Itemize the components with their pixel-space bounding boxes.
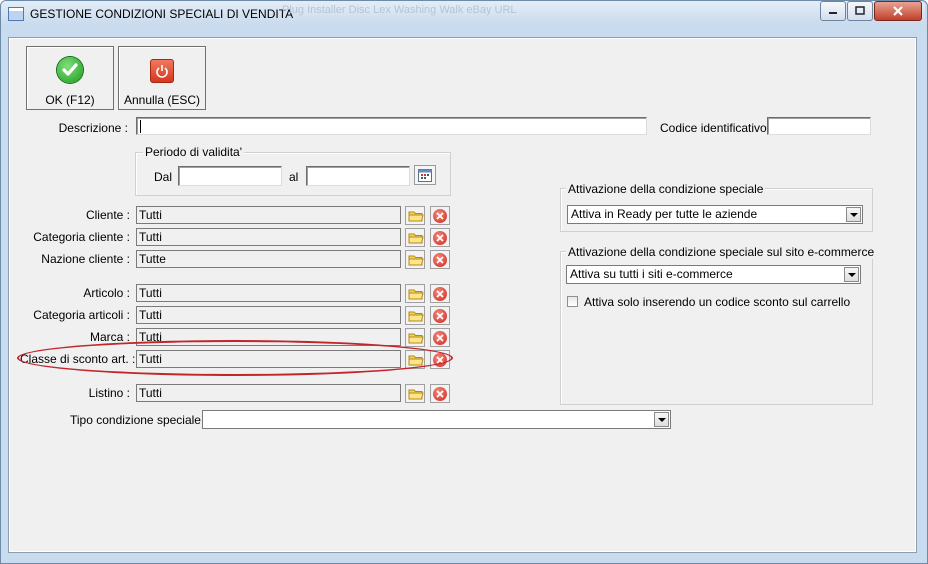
folder-icon	[408, 311, 424, 322]
maximize-icon	[855, 6, 865, 15]
listino-clear-button[interactable]	[430, 384, 450, 403]
folder-icon	[408, 255, 424, 266]
articolo-select-button[interactable]	[405, 284, 425, 303]
descrizione-label: Descrizione :	[58, 121, 128, 135]
codice-sconto-checkbox[interactable]	[567, 296, 578, 307]
ecommerce-select[interactable]: Attiva su tutti i siti e-commerce	[566, 265, 861, 284]
cancel-button-label: Annulla (ESC)	[123, 93, 201, 107]
folder-icon	[408, 289, 424, 300]
cliente-clear-button[interactable]	[430, 206, 450, 225]
articolo-field: Tutti	[136, 284, 401, 302]
window-icon	[8, 7, 24, 21]
cancel-button[interactable]: Annulla (ESC)	[118, 46, 206, 110]
categoria-articoli-clear-button[interactable]	[430, 306, 450, 325]
attivazione-select[interactable]: Attiva in Ready per tutte le aziende	[567, 205, 863, 224]
dal-label: Dal	[154, 170, 173, 184]
text-caret	[140, 120, 141, 133]
periodo-validita-label: Periodo di validita'	[143, 145, 245, 159]
cliente-field: Tutti	[136, 206, 401, 224]
background-taskbar-text: Plug Installer Disc Lex Washing Walk eBa…	[282, 4, 517, 16]
folder-icon	[408, 333, 424, 344]
highlight-annotation	[17, 340, 453, 376]
cliente-label: Cliente :	[85, 208, 130, 222]
minimize-button[interactable]	[820, 1, 846, 21]
codice-identificativo-label: Codice identificativo :	[660, 121, 774, 135]
categoria-articoli-select-button[interactable]	[405, 306, 425, 325]
maximize-button[interactable]	[847, 1, 873, 21]
ecommerce-group-label: Attivazione della condizione speciale su…	[566, 245, 877, 259]
nazione-cliente-select-button[interactable]	[405, 250, 425, 269]
marca-clear-button[interactable]	[430, 328, 450, 347]
categoria-cliente-field: Tutti	[136, 228, 401, 246]
check-icon	[57, 57, 83, 83]
dropdown-arrow-icon	[654, 412, 669, 427]
codice-identificativo-input[interactable]	[767, 117, 871, 135]
marca-label: Marca :	[89, 330, 130, 344]
window-title: GESTIONE CONDIZIONI SPECIALI DI VENDITA	[30, 7, 294, 21]
categoria-articoli-field: Tutti	[136, 306, 401, 324]
power-icon	[150, 59, 174, 83]
dropdown-arrow-icon	[846, 207, 861, 222]
close-icon	[893, 6, 903, 16]
nazione-cliente-field: Tutte	[136, 250, 401, 268]
folder-icon	[408, 389, 424, 400]
articolo-label: Articolo :	[83, 286, 130, 300]
categoria-cliente-select-button[interactable]	[405, 228, 425, 247]
close-button[interactable]	[874, 1, 922, 21]
articolo-clear-button[interactable]	[430, 284, 450, 303]
marca-select-button[interactable]	[405, 328, 425, 347]
al-label: al	[289, 170, 299, 184]
attivazione-group-label: Attivazione della condizione speciale	[566, 182, 766, 196]
ok-button-label: OK (F12)	[45, 93, 95, 107]
nazione-cliente-clear-button[interactable]	[430, 250, 450, 269]
tipo-condizione-label: Tipo condizione speciale :	[70, 413, 208, 427]
calendar-icon	[418, 169, 432, 182]
listino-field: Tutti	[136, 384, 401, 402]
tipo-condizione-select[interactable]	[202, 410, 671, 429]
al-date-input[interactable]	[306, 166, 410, 186]
dropdown-arrow-icon	[844, 267, 859, 282]
dal-date-input[interactable]	[178, 166, 282, 186]
listino-label: Listino :	[88, 386, 130, 400]
ok-button[interactable]: OK (F12)	[26, 46, 114, 110]
listino-select-button[interactable]	[405, 384, 425, 403]
calendar-button[interactable]	[414, 165, 436, 185]
folder-icon	[408, 211, 424, 222]
folder-icon	[408, 233, 424, 244]
categoria-cliente-clear-button[interactable]	[430, 228, 450, 247]
codice-sconto-checkbox-label[interactable]: Attiva solo inserendo un codice sconto s…	[584, 295, 850, 309]
cliente-select-button[interactable]	[405, 206, 425, 225]
categoria-articoli-label: Categoria articoli :	[33, 308, 130, 322]
nazione-cliente-label: Nazione cliente :	[41, 252, 130, 266]
minimize-icon	[829, 12, 837, 14]
descrizione-input[interactable]	[136, 117, 647, 135]
categoria-cliente-label: Categoria cliente :	[33, 230, 130, 244]
